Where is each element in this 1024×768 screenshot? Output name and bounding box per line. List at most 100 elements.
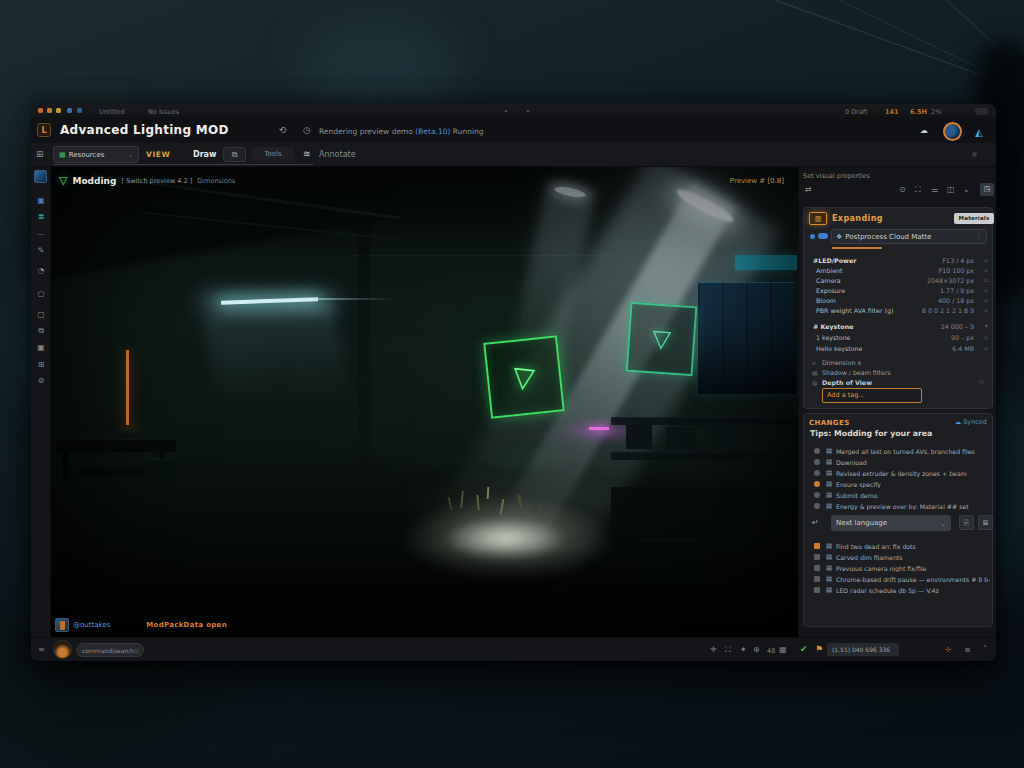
tab-dot-blue2[interactable] — [77, 108, 82, 113]
materials-button[interactable]: Materials — [954, 213, 994, 224]
property-row[interactable]: Bloom 400 / 18 px ▫ — [804, 296, 994, 306]
history-clock-icon[interactable]: ◔ — [31, 266, 51, 275]
change-item[interactable]: ▤ Previous camera night fix/file — [804, 563, 994, 574]
mini-pill[interactable] — [975, 108, 988, 115]
undo-icon[interactable]: ⟲ — [279, 125, 287, 135]
panel-link-row[interactable]: ◍ Depth of View ◇ — [804, 378, 994, 388]
property-row[interactable]: #LED/Power F13 / 4 px ▫ — [804, 256, 994, 266]
add-tag-input[interactable]: Add a tag… — [822, 388, 922, 403]
stepper-icon[interactable]: ▫ — [984, 286, 988, 293]
filter-icon[interactable]: ≋ — [303, 149, 311, 159]
property-row[interactable]: PBR weight AVA filter (g) 6 0 0 2 1 2 1 … — [804, 306, 994, 316]
change-item[interactable]: ▤ Ensure specify — [804, 479, 994, 490]
credit-username[interactable]: @outtakes — [73, 621, 110, 629]
attach-button[interactable]: ⎘ — [959, 515, 974, 530]
layers-icon[interactable]: ⧉ — [31, 326, 51, 336]
sparkle-icon[interactable]: ✦ — [740, 645, 747, 654]
chevron-icon[interactable]: ⌄ — [963, 185, 970, 194]
settings-grid-icon[interactable]: ⌗ — [972, 149, 977, 160]
window-body: ▣ ≣ — ✎ ◔ ⬠ ▢ ⧉ ▣ ⊞ ⊘ — [31, 167, 996, 637]
chevron-down-icon[interactable]: ⌄ — [525, 106, 531, 114]
language-select[interactable]: Next language ⌄ — [831, 515, 951, 531]
tab-annotate[interactable]: Annotate — [319, 150, 356, 159]
change-item[interactable]: ▤ LED radar schedule db 5p — V.4z — [804, 585, 994, 596]
scene-thumbnail[interactable] — [34, 170, 47, 183]
stepper-icon[interactable]: ▾ — [985, 322, 988, 329]
corner-tool-button[interactable]: ◳ — [980, 183, 994, 196]
viewport-3d[interactable]: ▽ ▽ — [51, 167, 798, 637]
change-item[interactable]: ▤ Revised extruder & density zones + bea… — [804, 468, 994, 479]
user-avatar[interactable] — [943, 122, 962, 141]
tab-title[interactable]: Untitled — [99, 108, 125, 116]
blue-toggle[interactable] — [818, 233, 828, 239]
columns-icon[interactable]: ⚌ — [931, 185, 938, 194]
property-row[interactable]: Hello keystone 6.4 MB ▫ — [804, 344, 994, 354]
change-item[interactable]: ▤ Merged all last on turned AVs, branche… — [804, 446, 994, 457]
credit-thumbnail[interactable] — [55, 618, 69, 632]
grid-icon[interactable]: ▦ — [779, 645, 787, 654]
beta-link[interactable]: (Beta.10) — [415, 127, 450, 136]
stepper-icon[interactable]: ▫ — [984, 333, 988, 340]
target-icon[interactable]: ⊕ — [753, 645, 760, 654]
tab-resources[interactable]: ▦ Resources ⌄ — [53, 146, 139, 163]
property-row[interactable]: Camera 2048×3072 px ▫ — [804, 276, 994, 286]
swap-icon[interactable]: ⇄ — [805, 185, 812, 194]
target-icon[interactable]: ⊙ — [899, 185, 906, 194]
polygon-icon[interactable]: ⬠ — [31, 290, 51, 299]
change-item[interactable]: ▤ Chrome-based drift pause — environment… — [804, 574, 994, 585]
move-icon[interactable]: ✛ — [710, 645, 717, 654]
tab-tools[interactable]: Tools — [252, 147, 294, 162]
tab-dot-orange2[interactable] — [47, 108, 52, 113]
frame-icon[interactable]: ▢ — [31, 310, 51, 319]
divider: — — [31, 230, 51, 239]
grid2-icon[interactable]: ⧈ — [965, 645, 970, 655]
diamond-icon[interactable]: ◇ — [979, 378, 984, 386]
tab-draw[interactable]: Draw — [193, 150, 216, 159]
property-value: F13 / 4 px — [943, 257, 975, 264]
node-icon[interactable]: ⊹ — [945, 645, 952, 654]
fullscreen-icon[interactable]: ⛶ — [725, 645, 731, 655]
stepper-icon[interactable]: ▫ — [984, 276, 988, 283]
grid-small-icon[interactable]: ⊞ — [31, 360, 51, 369]
share-icon[interactable]: ◭ — [975, 127, 983, 138]
command-input[interactable]: command/search ⊡ — [76, 643, 144, 657]
change-item[interactable]: ▤ Submit demo — [804, 490, 994, 501]
duplicate-button[interactable]: ⧉ — [223, 147, 246, 162]
cloud-icon[interactable]: ☁ — [920, 126, 928, 135]
property-row[interactable]: Exposure 1.77 / 9 px ▫ — [804, 286, 994, 296]
panel-link-row[interactable]: ⌱ Dimension x — [804, 358, 994, 368]
stepper-icon[interactable]: ▫ — [984, 344, 988, 351]
tab-dot-yellow[interactable] — [56, 108, 61, 113]
tab-dot-orange[interactable] — [38, 108, 43, 113]
brush-icon[interactable]: ✎ — [31, 246, 51, 255]
history-icon[interactable]: ◷ — [303, 125, 311, 135]
stepper-icon[interactable]: ▫ — [984, 296, 988, 303]
grid-icon[interactable]: ⊞ — [36, 149, 44, 159]
change-item[interactable]: ▤ Energy & preview over by: Material ## … — [804, 501, 994, 512]
property-row[interactable]: # Keystone 24 000 – 9 ▾ — [804, 322, 994, 332]
chevron-down-icon[interactable]: ⌄ — [503, 106, 509, 114]
tab-dot-blue[interactable] — [67, 108, 72, 113]
property-row[interactable]: Ambient P10 100 px ▫ — [804, 266, 994, 276]
stepper-icon[interactable]: ▫ — [984, 266, 988, 273]
property-row[interactable]: 1 keystone 90 – px ▫ — [804, 333, 994, 343]
change-item[interactable]: ▤ Carved dim filaments — [804, 552, 994, 563]
panel-icon[interactable]: ▣ — [31, 343, 51, 352]
panel-blue-icon[interactable]: ▣ — [31, 196, 51, 205]
tab-view[interactable]: VIEW — [146, 150, 170, 159]
send-button[interactable]: ⊠ — [978, 515, 993, 530]
panel-link-row[interactable]: ▤ Shadow / beam filters — [804, 368, 994, 378]
preset-dropdown[interactable]: ❖ Postprocess Cloud Matte ⋮ — [831, 229, 987, 244]
rail-menu-icon[interactable]: ≡ — [38, 645, 45, 654]
change-item[interactable]: ▤ Download — [804, 457, 994, 468]
slice-icon[interactable]: ⊘ — [31, 376, 51, 385]
header-bar: L Advanced Lighting MOD ⟲ ◷ Rendering pr… — [31, 118, 996, 143]
stepper-icon[interactable]: ▫ — [984, 256, 988, 263]
stepper-icon[interactable]: ▫ — [984, 306, 988, 313]
change-item[interactable]: ▤ Find two dead arc fix dots — [804, 541, 994, 552]
expand-icon[interactable]: ⛶ — [915, 185, 921, 195]
split-icon[interactable]: ◫ — [947, 185, 955, 194]
layers-teal-icon[interactable]: ≣ — [31, 212, 51, 221]
collapse-icon[interactable]: ˅ — [983, 645, 987, 654]
bottom-avatar[interactable] — [53, 640, 72, 659]
